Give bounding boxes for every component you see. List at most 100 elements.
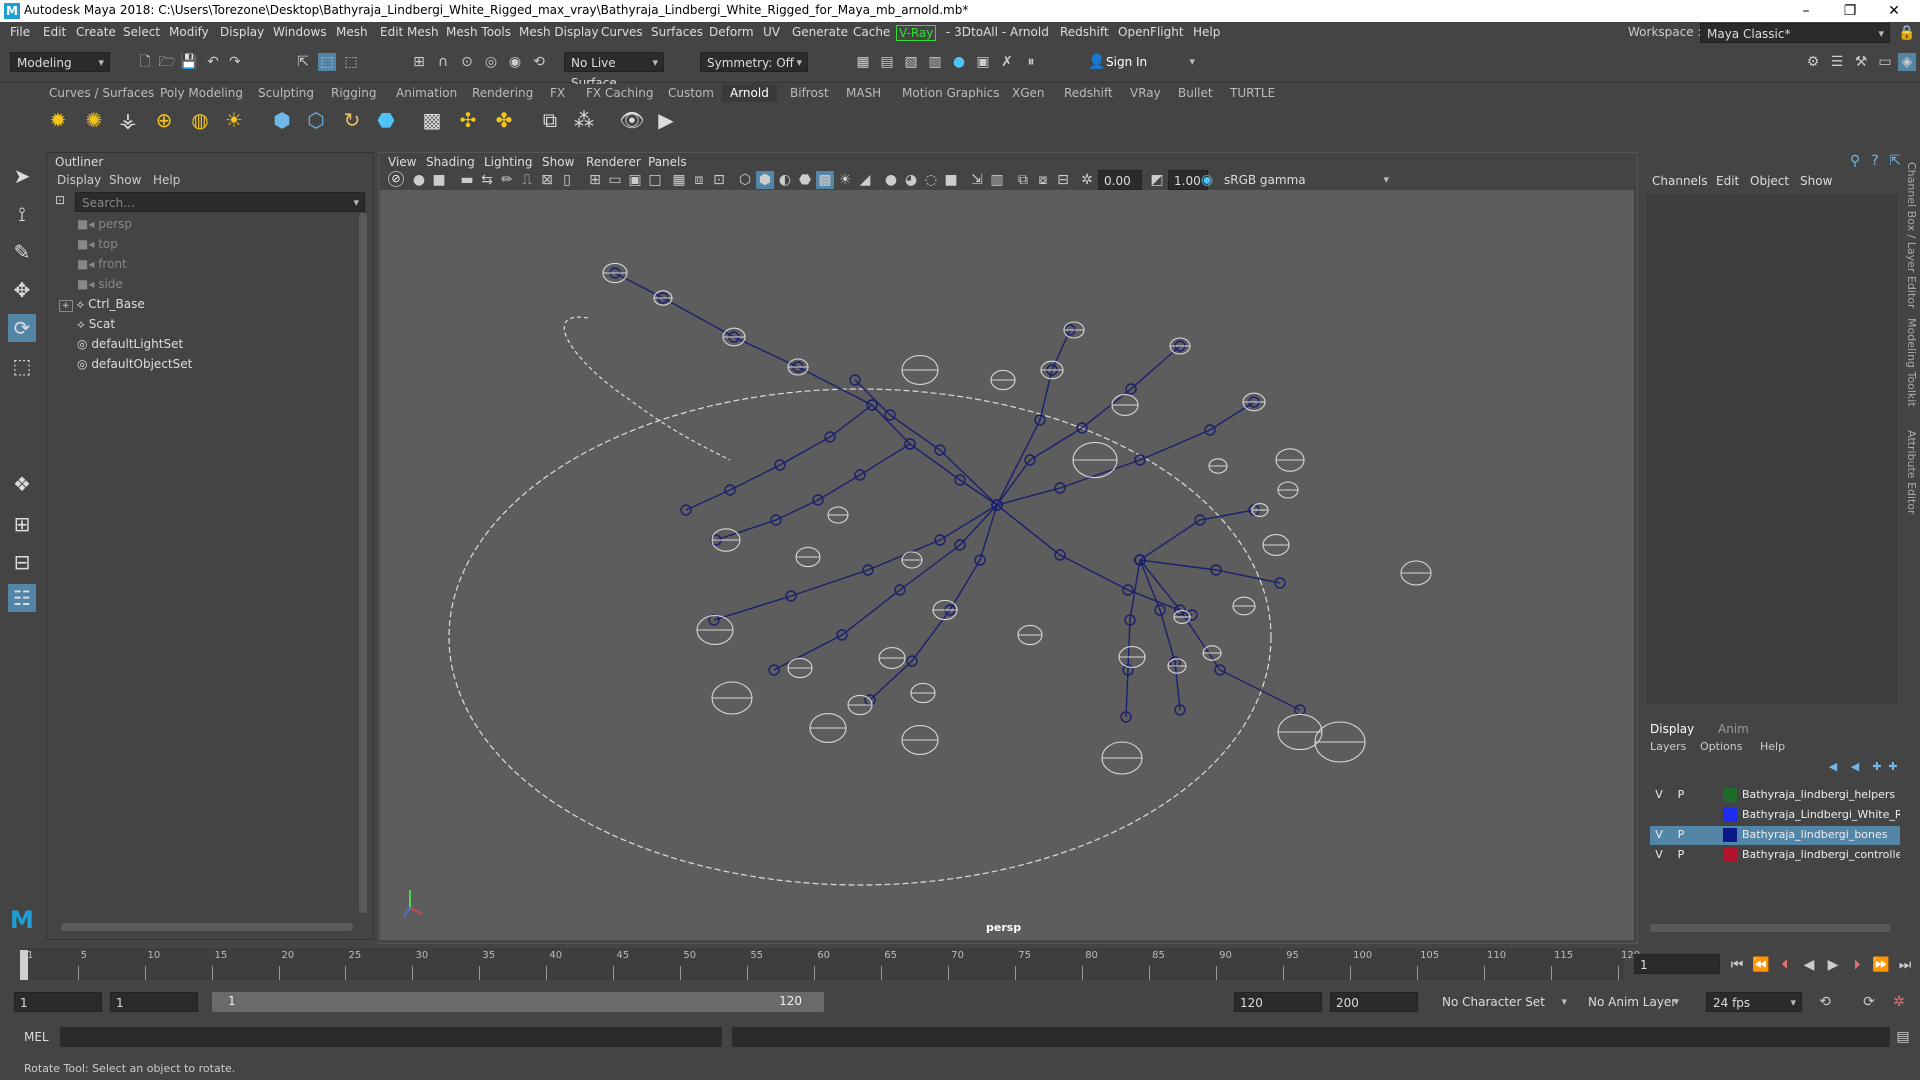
grease-pencil-icon[interactable]: ✏	[498, 171, 516, 189]
shelf-tab-mash[interactable]: MASH	[838, 84, 889, 102]
menu-create[interactable]: Create	[76, 25, 116, 39]
light-editor-icon[interactable]: ✗	[998, 53, 1016, 71]
layer-horizontal-scrollbar[interactable]	[1650, 924, 1890, 932]
outliner-item-side[interactable]: ■◂ side	[77, 277, 123, 291]
menu-file[interactable]: File	[10, 25, 30, 39]
outliner-vertical-scrollbar[interactable]	[359, 213, 367, 913]
layer-playback-toggle[interactable]: P	[1672, 826, 1690, 844]
live-surface-dropdown[interactable]: No Live Surface	[564, 52, 664, 90]
shelf-tab-vray[interactable]: VRay	[1122, 84, 1169, 102]
close-button[interactable]: ✕	[1874, 0, 1914, 22]
texture-manager-icon[interactable]: ▩	[418, 106, 446, 134]
menu-mesh-display[interactable]: Mesh Display	[519, 25, 599, 39]
menu-generate[interactable]: Generate	[792, 25, 848, 39]
select-hierarchy-icon[interactable]: ⇱	[294, 53, 312, 71]
menu-help[interactable]: Help	[1193, 25, 1220, 39]
ipr-render-icon[interactable]: ▧	[902, 53, 920, 71]
render-view-icon[interactable]: ▣	[974, 53, 992, 71]
outliner-menu-help[interactable]: Help	[153, 173, 180, 187]
snap-vertex-icon[interactable]: ⟲	[530, 53, 548, 71]
hud-icon[interactable]: ▭	[606, 171, 624, 189]
use-all-lights-icon[interactable]: ☀	[836, 171, 854, 189]
time-slider[interactable]: 1 5 10 15 20 25 30 35 40 45 50 55 60 65 70 75 80 85 90 95 10…	[0, 944, 1920, 990]
menu-edit[interactable]: Edit	[43, 25, 66, 39]
smooth-shade-icon[interactable]: ⬢	[756, 171, 774, 189]
playback-start-field[interactable]: 1	[110, 992, 198, 1012]
render-settings-icon[interactable]: ▥	[926, 53, 944, 71]
viewport-menu-renderer[interactable]: Renderer	[586, 155, 641, 169]
menu-display[interactable]: Display	[220, 25, 264, 39]
save-scene-icon[interactable]: 💾	[180, 53, 198, 71]
gamma-icon[interactable]: ◩	[1148, 171, 1166, 189]
go-to-end-icon[interactable]: ⏭	[1896, 956, 1914, 974]
pin-icon[interactable]: ⚲	[1846, 152, 1864, 170]
step-back-frame-icon[interactable]: ⏴	[1776, 956, 1794, 974]
two-view-icon[interactable]: ⊟	[8, 548, 36, 576]
layer-menu-options[interactable]: Options	[1700, 740, 1742, 753]
layer-playback-toggle[interactable]: P	[1672, 846, 1690, 864]
expand-icon[interactable]: +	[59, 300, 73, 312]
menu-deform[interactable]: Deform	[709, 25, 754, 39]
outliner-item-ctrl-base[interactable]: + ⟡ Ctrl_Base	[59, 297, 145, 312]
side-tab-modeling-toolkit[interactable]: Modeling Toolkit	[1905, 318, 1918, 407]
layer-row-controller[interactable]: V P Bathyraja_lindbergi_controller	[1650, 846, 1900, 865]
channel-layer-icon[interactable]: ◈	[1898, 53, 1916, 71]
two-d-pan-icon[interactable]: ⇆	[478, 171, 496, 189]
default-material-icon[interactable]: ◐	[776, 171, 794, 189]
filter-icon[interactable]: ⊡	[51, 191, 69, 209]
shadows-icon[interactable]: ◢	[856, 171, 874, 189]
layer-menu-help[interactable]: Help	[1760, 740, 1785, 753]
shelf-tab-xgen[interactable]: XGen	[1004, 84, 1053, 102]
loop-icon[interactable]: ⟲	[1816, 993, 1834, 1011]
channels-menu[interactable]: Channels	[1652, 174, 1708, 188]
channel-box-icon[interactable]: ▭	[1876, 53, 1894, 71]
shelf-tab-rigging[interactable]: Rigging	[323, 84, 384, 102]
field-chart-icon[interactable]: ▦	[670, 171, 688, 189]
layer-visibility-toggle[interactable]: V	[1650, 846, 1668, 864]
single-view-icon[interactable]: ❖	[8, 470, 36, 498]
shelf-tab-sculpting[interactable]: Sculpting	[250, 84, 322, 102]
go-to-start-icon[interactable]: ⏮	[1728, 956, 1746, 974]
channels-show-menu[interactable]: Show	[1800, 174, 1832, 188]
symmetry-dropdown[interactable]: Symmetry: Off	[700, 52, 808, 73]
snap-curve-icon[interactable]: ∩	[434, 53, 452, 71]
layer-color-swatch[interactable]	[1723, 848, 1737, 862]
current-time-marker[interactable]	[20, 950, 28, 980]
character-set-dropdown[interactable]: No Character Set	[1436, 992, 1572, 1012]
channels-edit-menu[interactable]: Edit	[1716, 174, 1739, 188]
wireframe-icon[interactable]: ⬡	[736, 171, 754, 189]
menu-uv[interactable]: UV	[763, 25, 780, 39]
color-management-icon[interactable]: ◉	[1198, 171, 1216, 189]
outliner-layout-icon[interactable]: ☷	[8, 584, 36, 612]
photometric-light-icon[interactable]: ⚶	[114, 106, 142, 134]
playback-end-field[interactable]: 120	[1234, 992, 1322, 1012]
layer-playback-toggle[interactable]: P	[1672, 786, 1690, 804]
xray-joints-icon[interactable]: ▥	[988, 171, 1006, 189]
layer-color-swatch[interactable]	[1723, 828, 1737, 842]
range-slider-bar[interactable]: 1 120	[212, 992, 824, 1012]
shelf-tab-poly-modeling[interactable]: Poly Modeling	[152, 84, 251, 102]
shelf-tab-animation[interactable]: Animation	[388, 84, 465, 102]
render-arnold-icon[interactable]: ⧉	[536, 106, 564, 134]
sign-in-button[interactable]: Sign In	[1084, 52, 1200, 72]
standin-icon[interactable]: ⬢	[268, 106, 296, 134]
restore-button[interactable]: ❐	[1830, 0, 1870, 22]
layer-visibility-toggle[interactable]: V	[1650, 826, 1668, 844]
current-frame-field[interactable]: 1	[1634, 954, 1720, 974]
animation-end-field[interactable]: 200	[1330, 992, 1418, 1012]
float-icon[interactable]: ⇱	[1886, 152, 1904, 170]
select-object-icon[interactable]: ⬚	[318, 53, 336, 71]
layer-color-swatch[interactable]	[1723, 808, 1737, 822]
light-portal-icon[interactable]: ◍	[186, 106, 214, 134]
shelf-tab-turtle[interactable]: TURTLE	[1222, 84, 1283, 102]
menu-3dtoall[interactable]: - 3DtoAll -	[946, 25, 1006, 39]
layer-visibility-toggle[interactable]: V	[1650, 786, 1668, 804]
volume-icon[interactable]: ↻	[338, 106, 366, 134]
film-gate-icon[interactable]: ⎍	[518, 171, 536, 189]
select-component-icon[interactable]: ⬚	[342, 53, 360, 71]
textured-icon[interactable]: ▩	[816, 171, 834, 189]
shelf-tab-redshift[interactable]: Redshift	[1056, 84, 1121, 102]
hypershade-icon[interactable]: ●	[950, 53, 968, 71]
layer-row-helpers[interactable]: V P Bathyraja_lindbergi_helpers	[1650, 786, 1900, 805]
shelf-tab-rendering[interactable]: Rendering	[464, 84, 541, 102]
